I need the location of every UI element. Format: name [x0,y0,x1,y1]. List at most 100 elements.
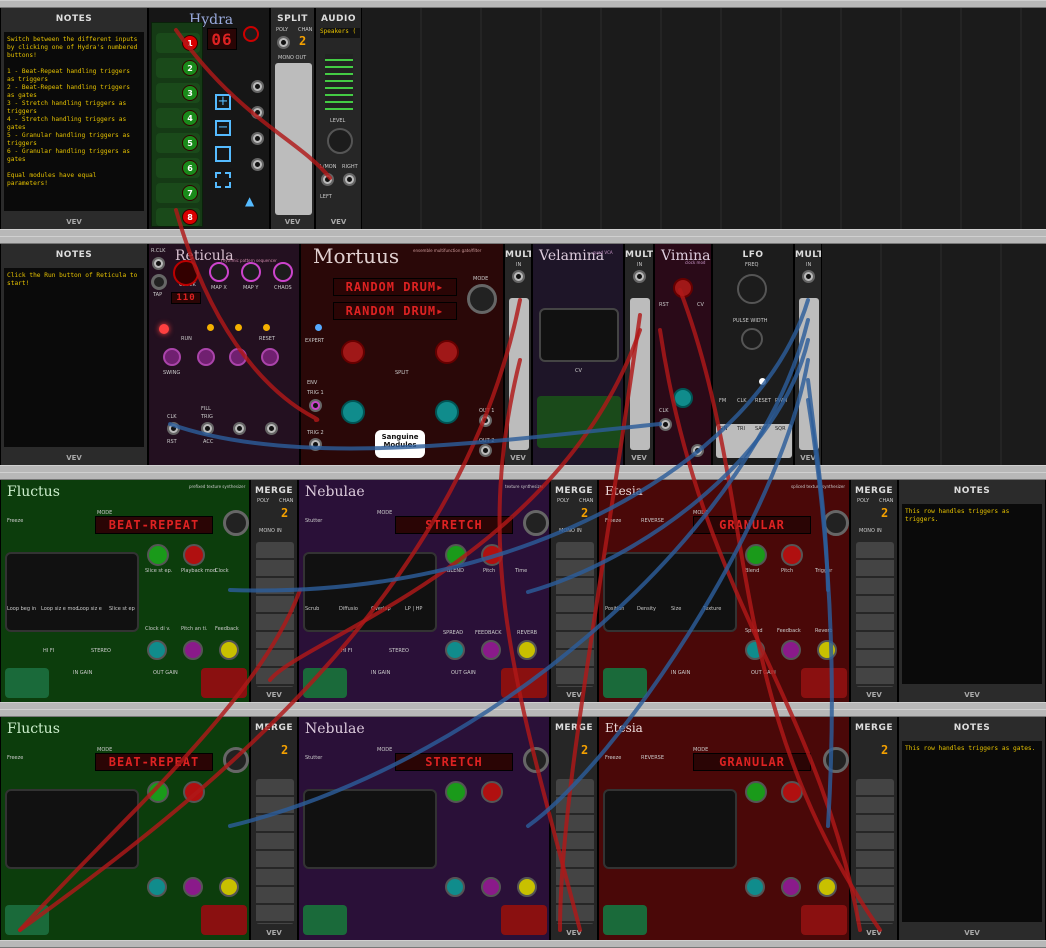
hydra-button[interactable]: 4 [156,108,200,128]
knob[interactable] [481,544,503,566]
hydra-plus-icon[interactable]: + [215,94,231,110]
mode-button[interactable] [823,747,849,773]
audio-in-left[interactable] [321,173,334,186]
mode-button[interactable] [823,510,849,536]
hydra-button[interactable]: 2 [156,58,200,78]
hydra-button[interactable]: 5 [156,133,200,153]
trig-jack[interactable] [201,422,214,435]
hydra-jack[interactable] [251,158,264,171]
audio-in-right[interactable] [343,173,356,186]
knob[interactable] [445,544,467,566]
slider-panel[interactable] [303,789,437,869]
knob[interactable] [183,877,203,897]
slider-panel[interactable] [5,789,139,869]
fill-knob[interactable] [197,348,215,366]
hydra-button-1[interactable]: 1 [182,35,198,51]
hydra-button[interactable]: 6 [156,158,200,178]
slider-panel[interactable] [603,789,737,869]
swing-knob[interactable] [163,348,181,366]
trig1-jack[interactable] [309,399,322,412]
knob[interactable] [745,640,765,660]
poly-in-jack[interactable] [277,36,290,49]
level-knob[interactable] [327,128,353,154]
knob[interactable] [781,544,803,566]
knob[interactable] [517,877,537,897]
mode-button[interactable] [523,747,549,773]
hydra-grid-icon[interactable] [215,172,231,188]
chaos-knob[interactable] [273,262,293,282]
map-y-knob[interactable] [241,262,261,282]
hydra-button-5[interactable]: 5 [182,135,198,151]
mult-in-jack[interactable] [512,270,525,283]
knob[interactable] [219,877,239,897]
hydra-button-6[interactable]: 6 [182,160,198,176]
mult-in-jack[interactable] [802,270,815,283]
clk-jack[interactable] [167,422,180,435]
out-jack[interactable] [691,444,704,457]
clock-knob[interactable] [173,260,199,286]
hydra-button-7[interactable]: 7 [182,185,198,201]
notes-text[interactable]: Click the Run button of Reticula to star… [4,268,144,447]
hydra-button-8[interactable]: 8 [182,209,198,225]
hydra-button-3[interactable]: 3 [182,85,198,101]
mode-button[interactable] [223,510,249,536]
notes-text[interactable]: This row handles triggers as gates. [902,741,1042,922]
knob[interactable] [219,640,239,660]
mode-button[interactable] [467,284,497,314]
mortuus-knob[interactable] [435,400,459,424]
mortuus-knob[interactable] [341,340,365,364]
hydra-grid-icon[interactable] [215,146,231,162]
knob[interactable] [445,877,465,897]
notes-text[interactable]: This row handles triggers as triggers. [902,504,1042,684]
hydra-button[interactable]: 1 [156,33,200,53]
knob[interactable] [147,877,167,897]
knob[interactable] [183,781,205,803]
vimina-knob[interactable] [673,278,693,298]
knob[interactable] [781,640,801,660]
slider-panel[interactable] [303,552,437,632]
knob[interactable] [183,640,203,660]
velamina-sliders[interactable] [539,308,619,362]
trig-jack[interactable] [233,422,246,435]
knob[interactable] [745,877,765,897]
hydra-knob[interactable] [243,26,259,42]
hydra-button[interactable]: 8 [156,208,200,226]
map-x-knob[interactable] [209,262,229,282]
knob[interactable] [183,544,205,566]
hydra-jack[interactable] [251,80,264,93]
freq-knob[interactable] [737,274,767,304]
hydra-jack[interactable] [251,132,264,145]
knob[interactable] [481,640,501,660]
knob[interactable] [817,877,837,897]
hydra-button-2[interactable]: 2 [182,60,198,76]
hydra-button[interactable]: 3 [156,83,200,103]
hydra-jack[interactable] [251,106,264,119]
slider-panel[interactable] [603,552,737,632]
fill-knob[interactable] [229,348,247,366]
knob[interactable] [781,781,803,803]
knob[interactable] [817,640,837,660]
knob[interactable] [517,640,537,660]
knob[interactable] [147,781,169,803]
hydra-button-4[interactable]: 4 [182,110,198,126]
out1-jack[interactable] [479,414,492,427]
tap-button[interactable] [151,274,167,290]
knob[interactable] [445,640,465,660]
knob[interactable] [745,781,767,803]
mode-button[interactable] [223,747,249,773]
knob[interactable] [481,877,501,897]
vimina-knob[interactable] [673,388,693,408]
rclk-jack[interactable] [152,257,165,270]
slider-panel[interactable] [5,552,139,632]
pulse-width-knob[interactable] [741,328,763,350]
hydra-up-icon[interactable]: ▲ [245,194,254,208]
knob[interactable] [147,544,169,566]
hydra-button[interactable]: 7 [156,183,200,203]
clk-jack[interactable] [659,418,672,431]
knob[interactable] [147,640,167,660]
knob[interactable] [745,544,767,566]
mortuus-knob[interactable] [341,400,365,424]
fill-knob[interactable] [261,348,279,366]
knob[interactable] [445,781,467,803]
audio-device[interactable]: Speakers ( [320,28,360,38]
